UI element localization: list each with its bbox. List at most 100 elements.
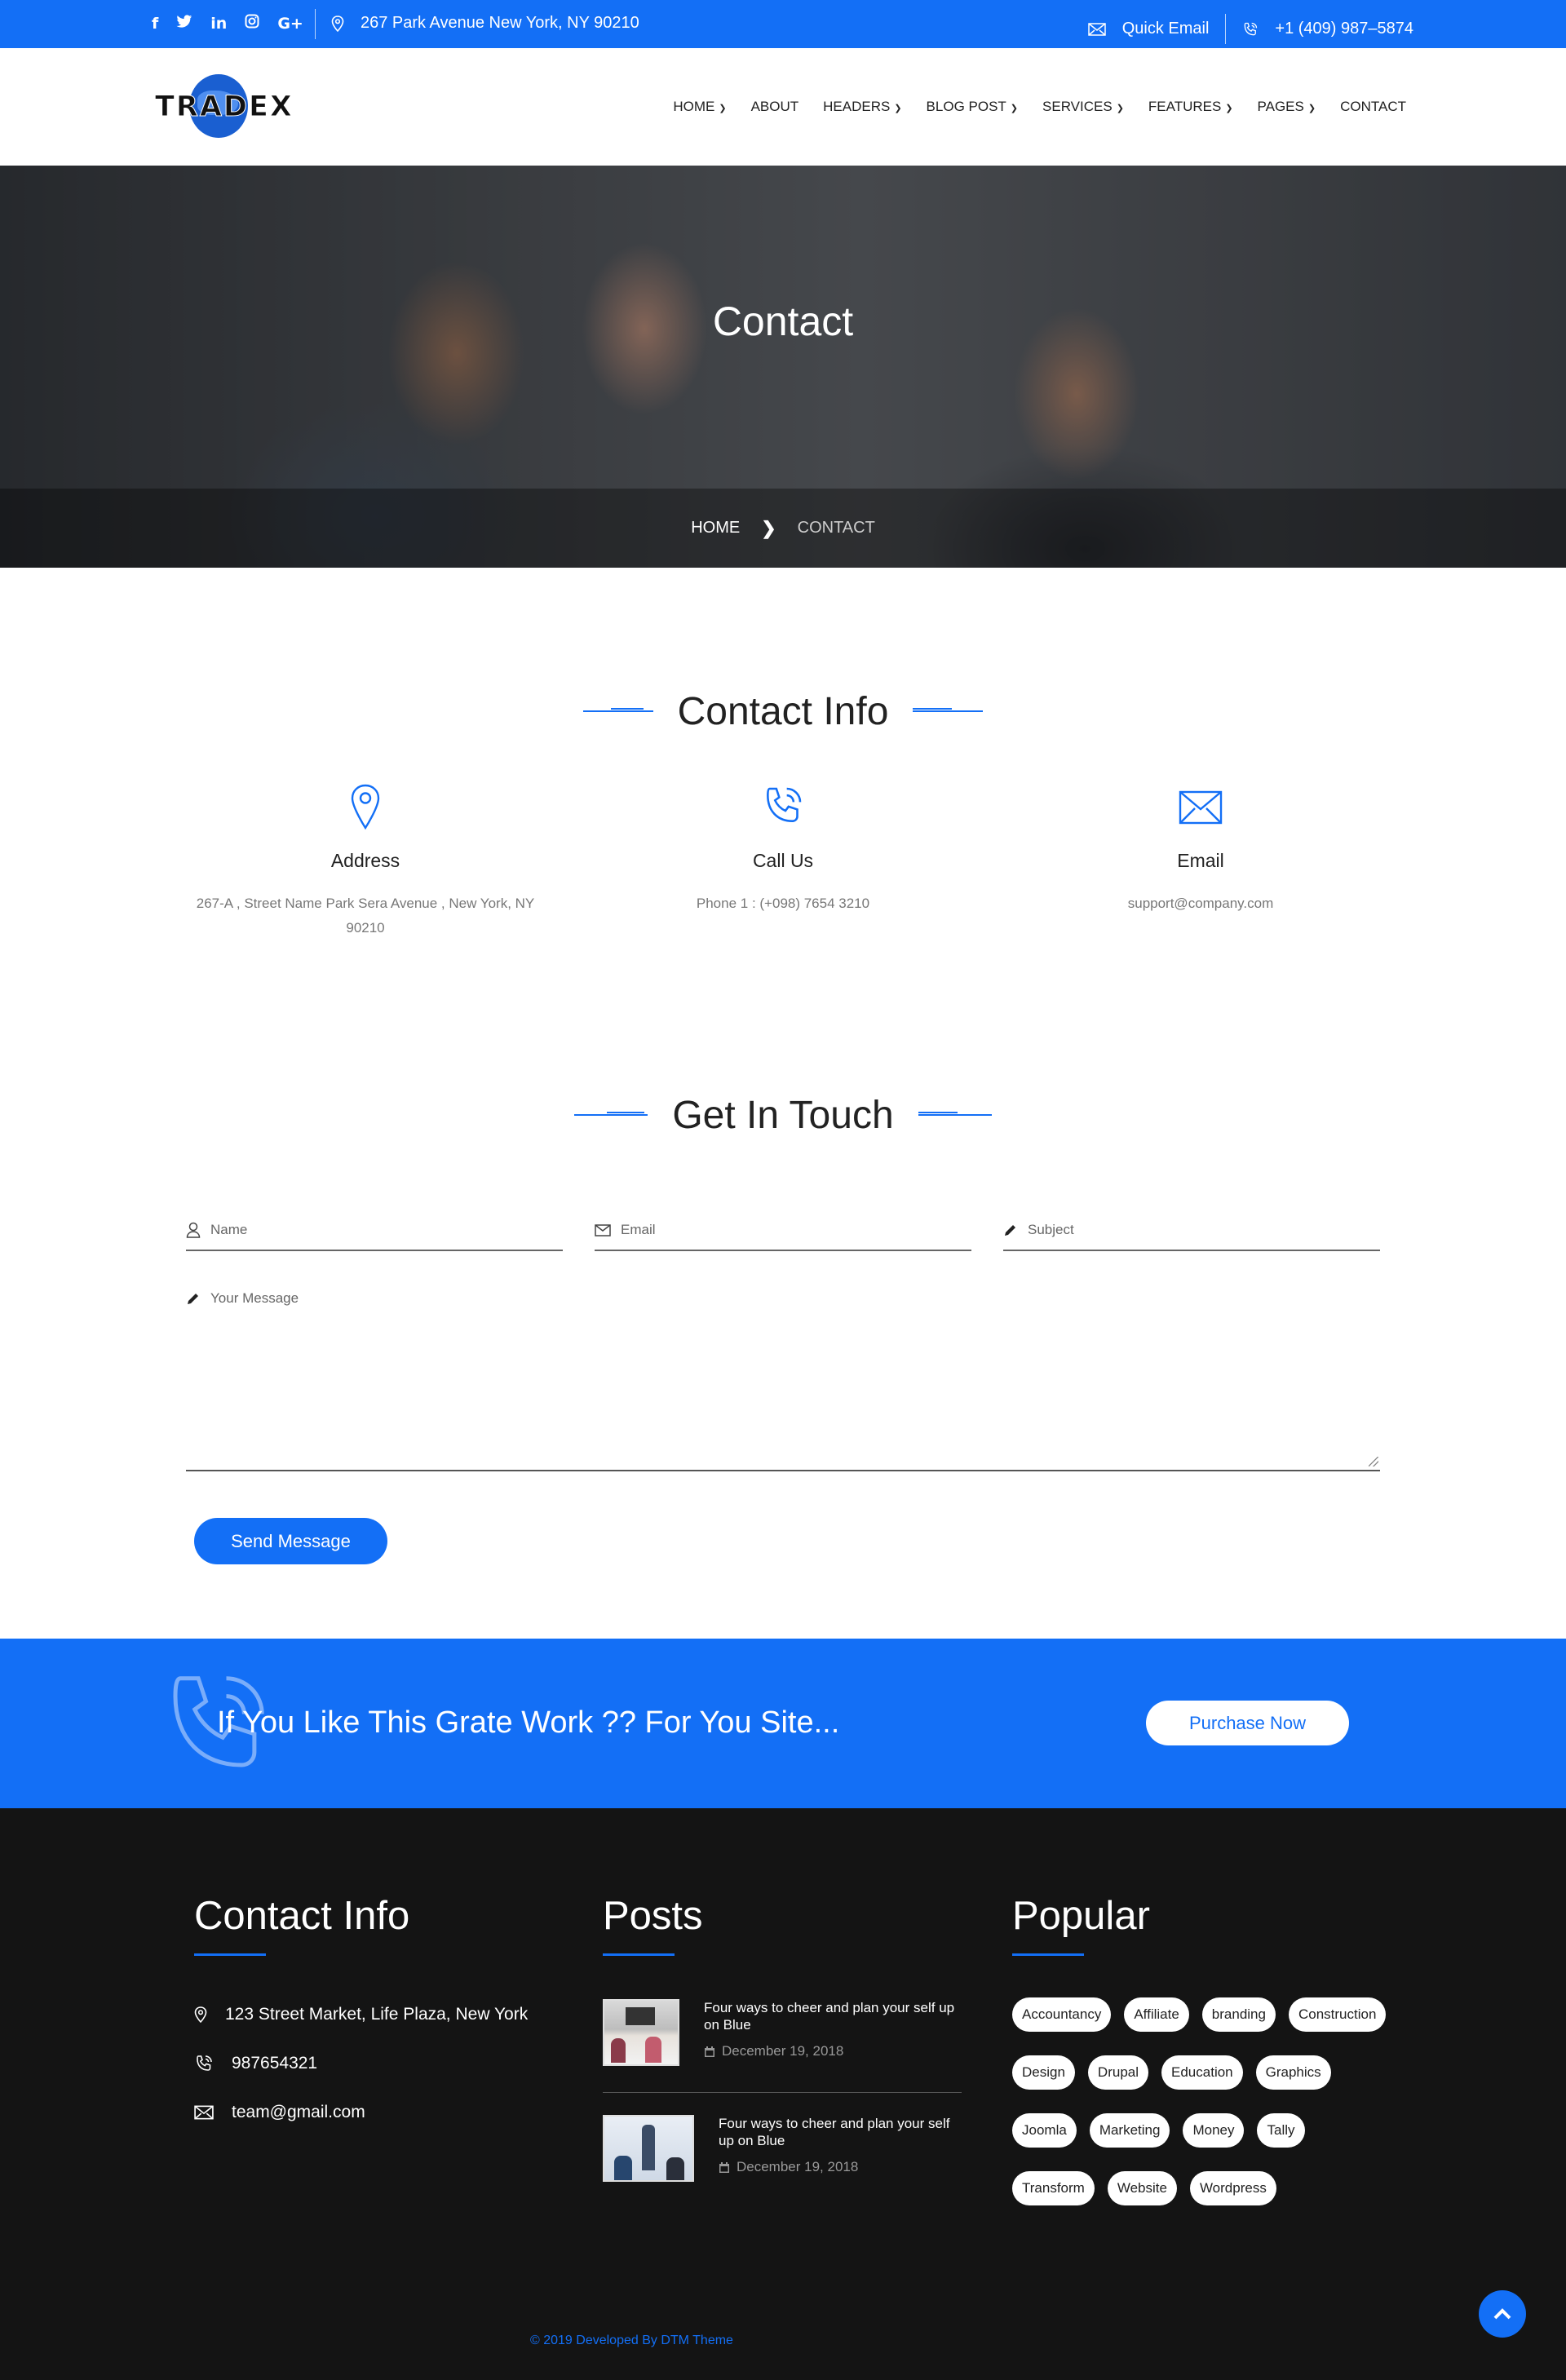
post-item[interactable]: Four ways to cheer and plan your self up… [603, 1999, 965, 2066]
nav-menu: HOME ❯ ABOUT HEADERS ❯ BLOG POST ❯ SERVICES… [673, 99, 1406, 115]
google-plus-icon[interactable]: G+ [277, 14, 303, 33]
nav-item-about[interactable]: ABOUT [751, 99, 799, 115]
tag[interactable]: Construction [1288, 1997, 1387, 2032]
nav-item-label: BLOG POST [926, 99, 1006, 114]
breadcrumb-home[interactable]: HOME [691, 519, 740, 537]
tag[interactable]: Marketing [1089, 2113, 1170, 2148]
subject-placeholder: Subject [1028, 1222, 1074, 1237]
phone-icon [1245, 22, 1258, 35]
message-textarea[interactable]: Your Message [186, 1279, 1380, 1471]
tag[interactable]: Accountancy [1012, 1997, 1112, 2032]
post-date-text: December 19, 2018 [737, 2159, 859, 2174]
footer-email-text: team@gmail.com [232, 2103, 365, 2121]
tag[interactable]: Money [1183, 2113, 1245, 2148]
divider [1225, 14, 1227, 44]
nav-item-headers[interactable]: HEADERS ❯ [823, 99, 901, 115]
nav-item-label: HEADERS [823, 99, 891, 114]
name-field[interactable]: Name [186, 1210, 563, 1251]
email-field[interactable]: Email [595, 1210, 971, 1251]
instagram-icon[interactable] [245, 14, 259, 33]
footer-address: 123 Street Market, Life Plaza, New York [194, 2005, 528, 2024]
heading-underline [194, 1953, 266, 1956]
envelope-icon [1179, 790, 1223, 825]
nav-item-contact[interactable]: CONTACT [1340, 99, 1406, 115]
subject-field[interactable]: Subject [1003, 1210, 1380, 1251]
nav-item-pages[interactable]: PAGES ❯ [1258, 99, 1316, 115]
post-item[interactable]: Four ways to cheer and plan your self up… [603, 2115, 963, 2182]
send-message-button[interactable]: Send Message [194, 1518, 387, 1564]
nav-item-label: PAGES [1257, 99, 1304, 114]
map-pin-icon [331, 15, 344, 32]
topbar-phone-link[interactable]: +1 (409) 987–5874 [1242, 20, 1413, 38]
info-text: 267-A , Street Name Park Sera Avenue , N… [196, 896, 535, 936]
heading-underline [603, 1953, 675, 1956]
quick-email-link[interactable]: Quick Email [1087, 20, 1210, 38]
resize-handle-icon[interactable] [1369, 1457, 1378, 1466]
purchase-now-button[interactable]: Purchase Now [1146, 1701, 1349, 1745]
chevron-right-icon: ❯ [761, 517, 776, 538]
top-bar: f in G+ 267 Park Avenue New York, NY 902… [0, 0, 1566, 48]
nav-item-home[interactable]: HOME ❯ [673, 99, 726, 115]
topbar-address-text: 267 Park Avenue New York, NY 90210 [361, 14, 639, 32]
facebook-icon[interactable]: f [152, 14, 158, 33]
tag[interactable]: Joomla [1012, 2113, 1077, 2148]
email-placeholder: Email [621, 1222, 656, 1237]
section-title: Get In Touch [672, 1094, 894, 1137]
tag[interactable]: Website [1107, 2171, 1177, 2205]
pencil-icon [188, 1294, 198, 1304]
scroll-to-top-button[interactable] [1479, 2290, 1526, 2338]
chevron-down-icon: ❯ [719, 103, 727, 113]
linkedin-icon[interactable]: in [210, 14, 227, 33]
tag[interactable]: Affiliate [1124, 1997, 1189, 2032]
page-title: Contact [712, 299, 854, 344]
footer-popular: Popular Accountancy Affiliate branding C… [1012, 1893, 1404, 2268]
footer-posts: Posts Four ways to cheer and plan your s… [603, 1893, 970, 2236]
info-heading: Call Us [752, 850, 814, 871]
page-hero: Contact HOME ❯ CONTACT [0, 166, 1566, 568]
section-title: Contact Info [677, 690, 889, 733]
heading-underline [1012, 1953, 1084, 1956]
nav-item-label: FEATURES [1148, 99, 1222, 114]
title-decoration [574, 1111, 648, 1120]
tag[interactable]: Drupal [1087, 2055, 1149, 2090]
name-placeholder: Name [210, 1222, 248, 1237]
tag-cloud: Accountancy Affiliate branding Construct… [1012, 1997, 1396, 2205]
chevron-down-icon: ❯ [1116, 103, 1124, 113]
quick-email-label: Quick Email [1121, 20, 1210, 38]
tag[interactable]: branding [1201, 1997, 1276, 2032]
info-email: Email support@company.com [1017, 783, 1384, 916]
tag[interactable]: Education [1161, 2055, 1243, 2090]
social-links: f in G+ [152, 14, 303, 33]
calendar-icon [719, 2161, 729, 2173]
post-thumbnail[interactable] [603, 1999, 679, 2066]
divider [603, 2092, 962, 2093]
nav-item-label: SERVICES [1042, 99, 1113, 114]
chevron-down-icon: ❯ [1307, 103, 1316, 113]
post-title[interactable]: Four ways to cheer and plan your self up… [704, 1999, 965, 2033]
logo[interactable]: TRADEX [155, 73, 292, 141]
post-title[interactable]: Four ways to cheer and plan your self up… [719, 2115, 963, 2149]
footer-heading: Popular [1012, 1894, 1150, 1938]
message-placeholder: Your Message [210, 1290, 299, 1306]
tag[interactable]: Wordpress [1189, 2171, 1276, 2205]
footer-contact: Contact Info 123 Street Market, Life Pla… [194, 1893, 561, 2154]
map-pin-icon [194, 2006, 207, 2024]
tag[interactable]: Transform [1012, 2171, 1095, 2205]
tag[interactable]: Design [1012, 2055, 1075, 2090]
topbar-phone-text: +1 (409) 987–5874 [1275, 20, 1413, 38]
footer-address-text: 123 Street Market, Life Plaza, New York [225, 2005, 529, 2024]
info-call: Call Us Phone 1 : (+098) 7654 3210 [599, 783, 967, 916]
nav-item-blog-post[interactable]: BLOG POST ❯ [927, 99, 1018, 115]
footer-email[interactable]: team@gmail.com [194, 2103, 365, 2122]
tag[interactable]: Tally [1257, 2113, 1305, 2148]
nav-item-services[interactable]: SERVICES ❯ [1042, 99, 1124, 115]
info-heading: Address [330, 850, 400, 871]
nav-item-features[interactable]: FEATURES ❯ [1148, 99, 1233, 115]
post-thumbnail[interactable] [603, 2115, 694, 2182]
calendar-icon [705, 2046, 714, 2057]
tag[interactable]: Graphics [1255, 2055, 1331, 2090]
twitter-icon[interactable] [176, 14, 192, 33]
footer-phone[interactable]: 987654321 [194, 2054, 317, 2073]
topbar-contacts: Quick Email +1 (409) 987–5874 [1087, 14, 1413, 44]
breadcrumb-current: CONTACT [797, 519, 875, 537]
